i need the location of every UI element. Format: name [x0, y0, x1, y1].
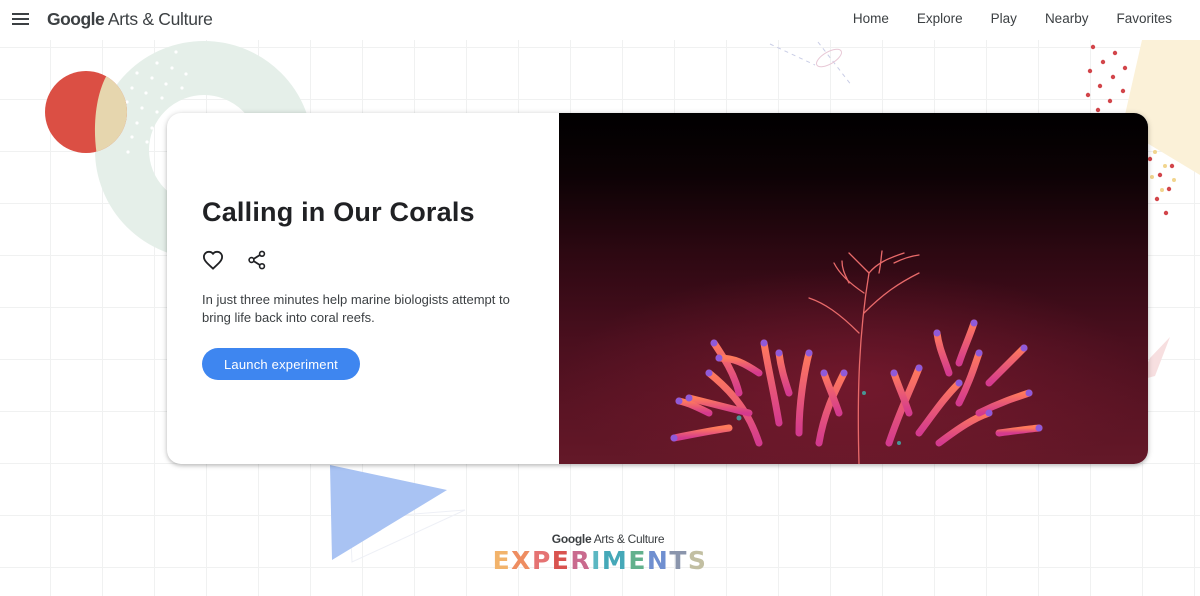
experiments-brand: Google Arts & Culture	[16, 532, 1200, 546]
logo-google: Google	[47, 9, 105, 29]
experiment-card: Calling in Our Corals In just three minu…	[167, 113, 1148, 464]
experiments-letter: S	[687, 546, 708, 575]
decor-dashed-lines	[769, 41, 853, 87]
experiments-brand-rest: Arts & Culture	[591, 532, 665, 546]
experiments-wordmark: EXPERIMENTS	[0, 546, 1200, 575]
experiment-description: In just three minutes help marine biolog…	[202, 292, 510, 325]
experiments-brand-google: Google	[551, 532, 592, 546]
experiments-letter: E	[628, 546, 647, 575]
experiments-letter: E	[551, 546, 571, 575]
experiments-logo[interactable]: Google Arts & Culture EXPERIMENTS	[0, 532, 1200, 575]
decor-ellipse-outline	[816, 48, 842, 68]
experiments-letter: N	[646, 546, 670, 575]
experiment-title: Calling in Our Corals	[202, 197, 475, 227]
experiments-letter: T	[669, 546, 688, 575]
site-logo[interactable]: Google Arts & Culture	[47, 9, 213, 30]
nav-nearby[interactable]: Nearby	[1045, 11, 1089, 26]
coral-illustration	[559, 233, 1148, 464]
experiments-letter: E	[492, 546, 512, 575]
experiment-info: Calling in Our Corals In just three minu…	[167, 113, 559, 464]
experiments-letter: P	[531, 546, 552, 575]
main-nav: Home Explore Play Nearby Favorites	[853, 11, 1172, 26]
nav-favorites[interactable]: Favorites	[1116, 11, 1172, 26]
experiments-letter: I	[591, 546, 602, 575]
menu-icon[interactable]	[10, 9, 32, 31]
nav-explore[interactable]: Explore	[917, 11, 963, 26]
experiments-letter: R	[570, 546, 592, 575]
favorite-heart-icon[interactable]	[201, 248, 225, 272]
launch-experiment-button[interactable]: Launch experiment	[202, 348, 360, 380]
nav-home[interactable]: Home	[853, 11, 889, 26]
experiments-letter: X	[511, 546, 532, 575]
nav-play[interactable]: Play	[991, 11, 1017, 26]
logo-arts-culture: Arts & Culture	[104, 9, 213, 29]
experiments-letter: M	[601, 546, 629, 575]
share-icon[interactable]	[245, 248, 269, 272]
coral-image[interactable]	[559, 113, 1148, 464]
top-bar: Google Arts & Culture Home Explore Play …	[0, 0, 1200, 40]
experiment-actions	[201, 248, 269, 272]
